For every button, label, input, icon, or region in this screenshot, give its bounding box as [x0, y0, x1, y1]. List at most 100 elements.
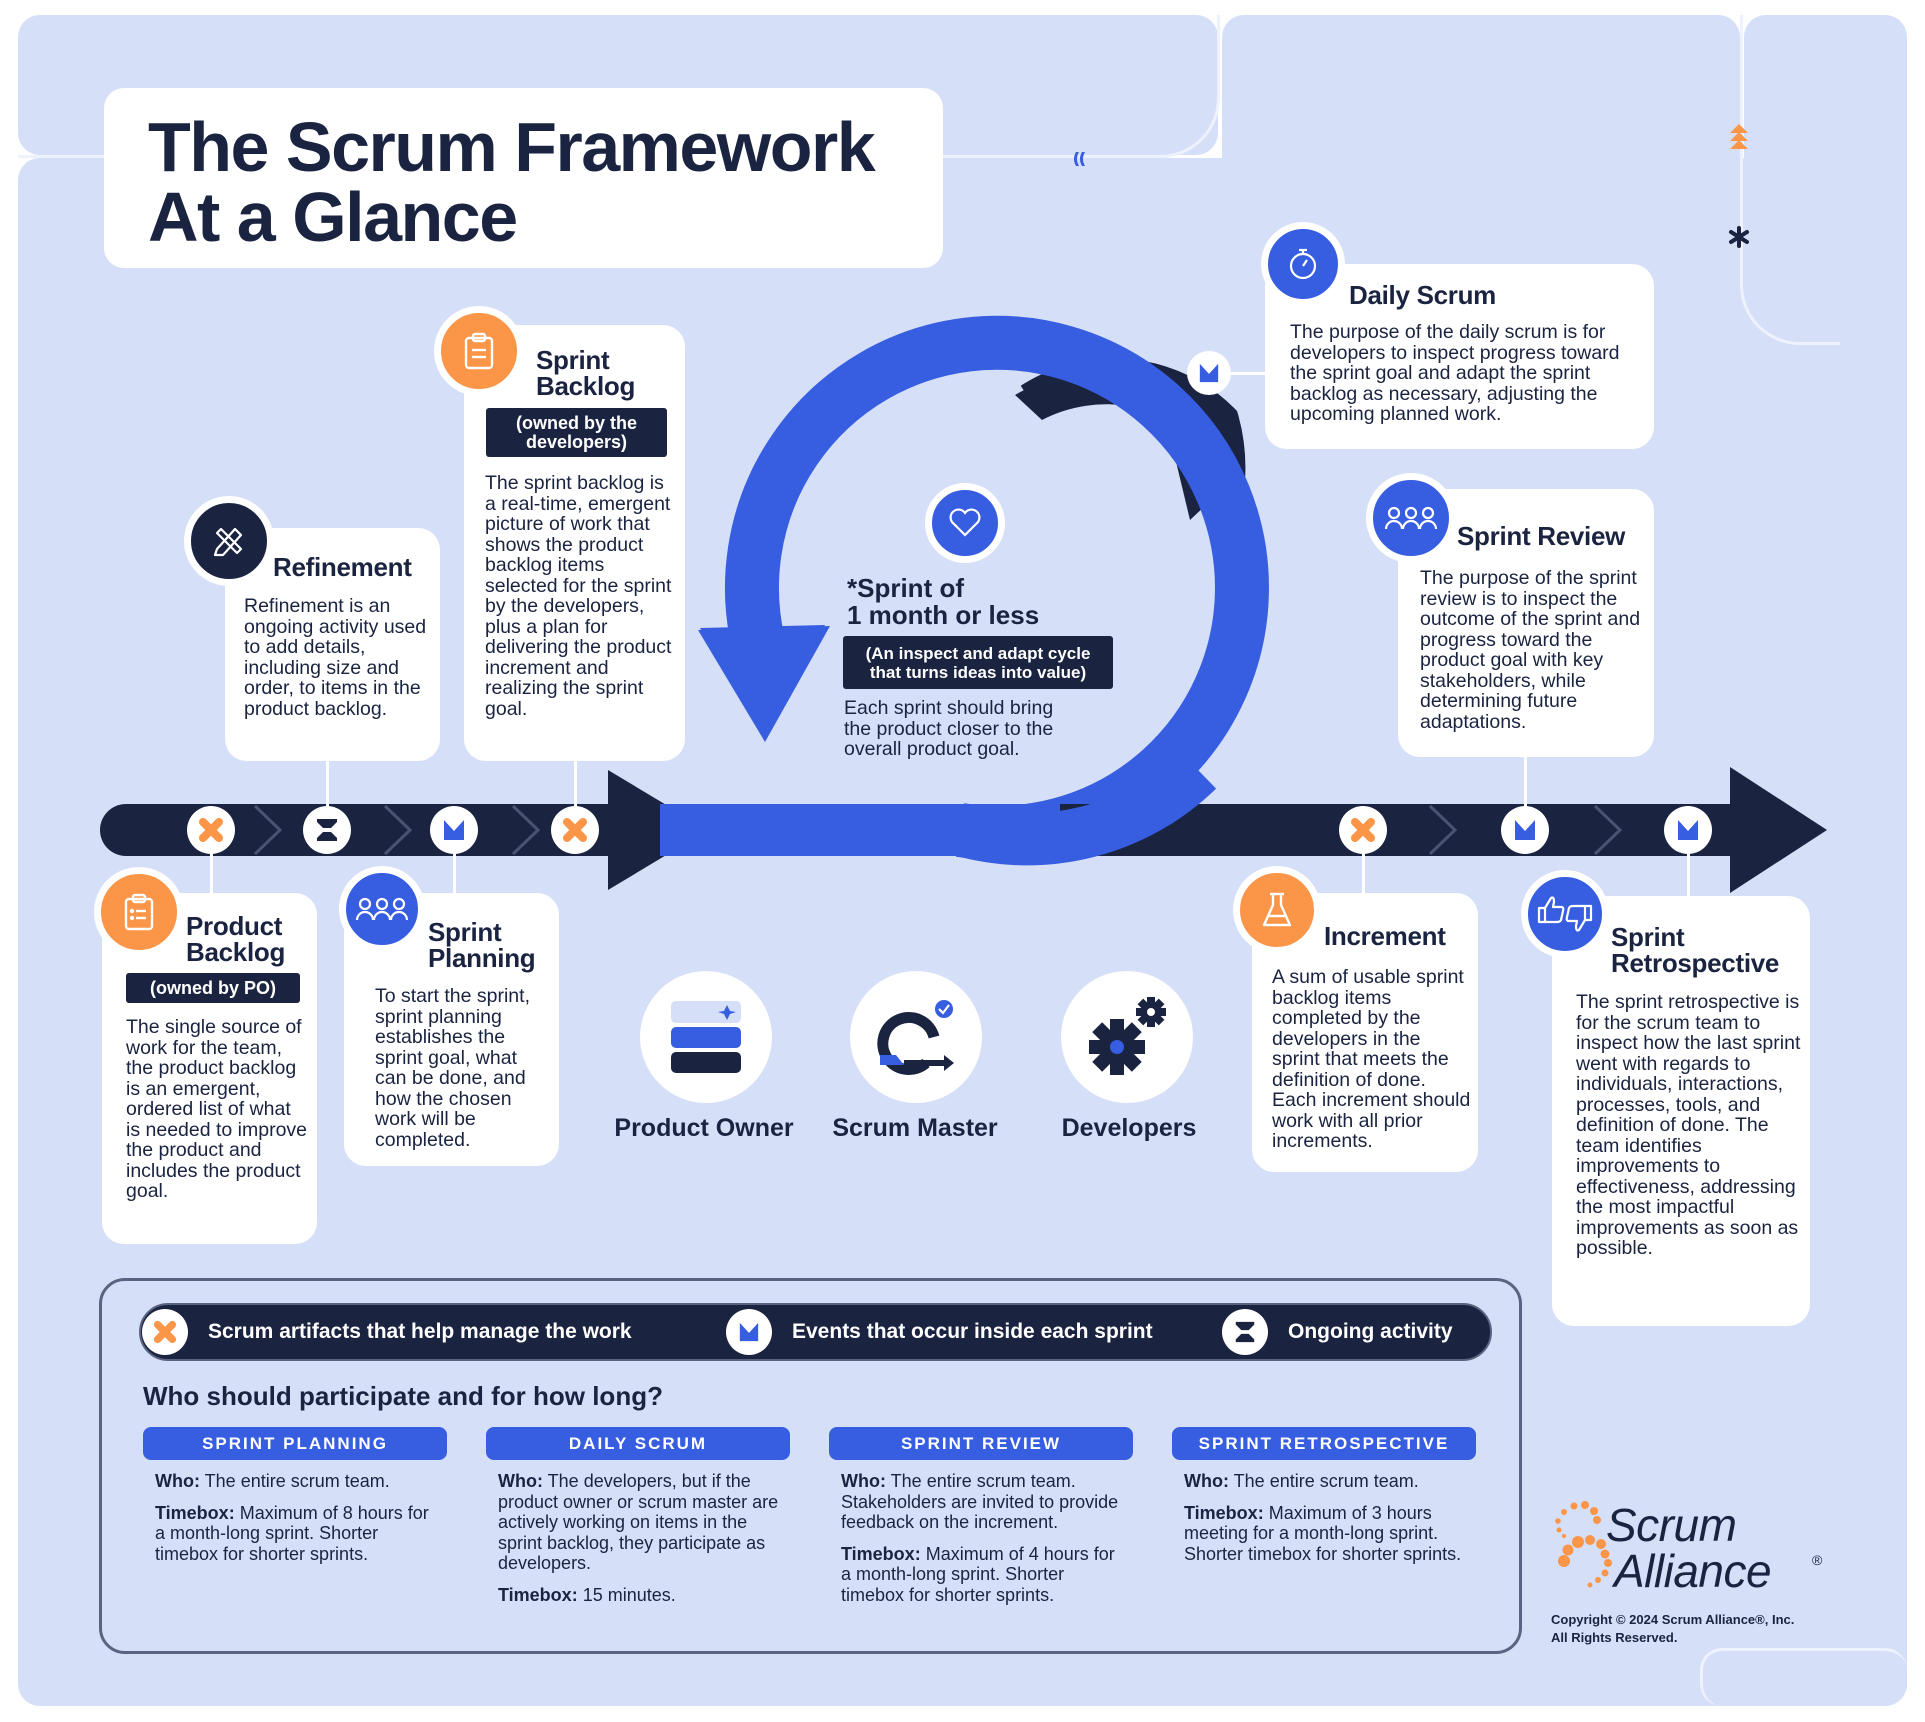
sprint-cycle-icon-badge — [925, 483, 1005, 563]
gears-icon — [1089, 997, 1166, 1075]
who-text: The entire scrum team. — [1233, 1471, 1419, 1491]
participation-col-sprint-planning: SPRINT PLANNING Who: The entire scrum te… — [143, 1427, 447, 1564]
legend-label-ongoing: Ongoing activity — [1288, 1320, 1453, 1343]
participation-panel: Scrum artifacts that help manage the wor… — [99, 1278, 1522, 1654]
sprint-cycle-title: *Sprint of 1 month or less — [847, 575, 1039, 629]
sprint-cycle-title-line2: 1 month or less — [847, 600, 1040, 630]
participation-timebox: Timebox: Maximum of 4 hours for a month-… — [829, 1544, 1133, 1606]
heart-icon — [949, 508, 981, 537]
card-refinement-body: Refinement is an ongoing activity used t… — [244, 595, 427, 720]
participation-timebox: Timebox: Maximum of 8 hours for a month-… — [143, 1503, 447, 1565]
connector-increment — [1362, 850, 1365, 895]
participation-heading: Who should participate and for how long? — [143, 1381, 663, 1411]
timeline-marker-sprint-planning[interactable] — [430, 806, 478, 854]
card-sprint-retrospective-title-line2: Retrospective — [1611, 948, 1780, 978]
timeline-marker-product-backlog[interactable] — [187, 806, 235, 854]
timebox-label: Timebox: — [841, 1543, 921, 1564]
participation-who: Who: The entire scrum team. Stakeholders… — [829, 1471, 1133, 1533]
card-sprint-planning-title: Sprint Planning — [428, 919, 536, 971]
card-sprint-backlog-title: Sprint Backlog — [536, 347, 635, 399]
card-sprint-backlog-title-line2: Backlog — [536, 371, 636, 401]
people-group-icon — [355, 897, 409, 921]
card-sprint-retrospective: Sprint Retrospective The sprint retrospe… — [1552, 896, 1810, 1326]
cross-icon — [1351, 818, 1375, 842]
participation-col-sprint-retrospective: SPRINT RETROSPECTIVE Who: The entire scr… — [1172, 1427, 1476, 1564]
card-sprint-review-body: The purpose of the sprint review is to i… — [1420, 567, 1641, 733]
timeline-marker-daily-scrum[interactable] — [1187, 351, 1231, 395]
participation-col-daily-scrum: DAILY SCRUM Who: The developers, but if … — [486, 1427, 790, 1605]
timebox-label: Timebox: — [155, 1502, 235, 1523]
connector-sprint-planning — [453, 850, 456, 895]
card-sprint-backlog-body: The sprint backlog is a real-time, emerg… — [485, 472, 672, 720]
role-developers-badge — [1061, 971, 1193, 1103]
card-refinement-title: Refinement — [273, 552, 412, 582]
stacked-layers-icon — [671, 1001, 741, 1073]
logo-text-alliance: Alliance — [1614, 1545, 1772, 1597]
people-group-icon — [1384, 506, 1438, 530]
participation-who: Who: The entire scrum team. — [1172, 1471, 1476, 1492]
connector-sprint-review — [1524, 757, 1527, 812]
timeline-marker-sprint-review[interactable] — [1501, 806, 1549, 854]
stopwatch-icon — [1289, 248, 1317, 280]
daily-scrum-icon-badge — [1261, 222, 1345, 306]
timebox-label: Timebox: — [498, 1584, 578, 1605]
connector-refinement — [326, 761, 329, 811]
card-product-backlog-title: Product Backlog — [186, 913, 285, 965]
role-scrum-master-badge — [850, 971, 982, 1103]
copyright-line1: Copyright © 2024 Scrum Alliance®, Inc. — [1551, 1612, 1795, 1627]
role-product-owner-label: Product Owner — [614, 1114, 794, 1142]
card-sprint-retrospective-body: The sprint retrospective is for the scru… — [1576, 991, 1801, 1259]
card-increment-title: Increment — [1324, 921, 1446, 951]
role-developers-label: Developers — [1061, 1114, 1197, 1142]
timeline-marker-sprint-backlog[interactable] — [551, 806, 599, 854]
logo-registered-mark: ® — [1812, 1552, 1823, 1568]
sprint-backlog-icon-badge — [434, 306, 524, 396]
card-daily-scrum-title: Daily Scrum — [1349, 280, 1496, 310]
who-label: Who: — [1184, 1471, 1229, 1491]
participation-who: Who: The entire scrum team. — [143, 1471, 447, 1492]
participation-header: DAILY SCRUM — [486, 1427, 790, 1460]
card-product-backlog-body: The single source of work for the team, … — [126, 1016, 308, 1202]
connector-sprint-backlog — [574, 761, 577, 811]
card-increment-body: A sum of usable sprint backlog items com… — [1272, 966, 1471, 1152]
pencil-ruler-icon — [213, 527, 243, 557]
who-label: Who: — [155, 1471, 200, 1491]
retrospective-icon-badge — [1521, 870, 1609, 958]
sprint-cycle-title-line1: *Sprint of — [847, 573, 964, 603]
event-flag-icon — [1515, 820, 1535, 840]
legend-cross-icon — [142, 1309, 188, 1355]
who-label: Who: — [498, 1471, 543, 1491]
timeline-marker-increment[interactable] — [1339, 806, 1387, 854]
participation-timebox: Timebox: 15 minutes. — [486, 1585, 790, 1606]
connector-daily-scrum — [1225, 372, 1267, 375]
timebox-label: Timebox: — [1184, 1502, 1264, 1523]
logo-text-scrum: Scrum — [1606, 1499, 1737, 1551]
legend-hourglass-icon — [1222, 1309, 1268, 1355]
who-label: Who: — [841, 1471, 886, 1491]
refinement-icon-badge — [184, 496, 274, 586]
card-product-backlog-title-line1: Product — [186, 911, 283, 941]
participation-who: Who: The developers, but if the product … — [486, 1471, 790, 1574]
sprint-planning-icon-badge — [339, 866, 425, 952]
clipboard-icon — [464, 332, 494, 370]
card-sprint-backlog-owner: (owned by the developers) — [486, 408, 667, 457]
increment-icon-badge — [1233, 866, 1321, 954]
sprint-cycle-subtitle: (An inspect and adapt cycle that turns i… — [843, 636, 1113, 689]
scrum-alliance-logo: Scrum Alliance ® — [1548, 1500, 1828, 1600]
participation-header: SPRINT REVIEW — [829, 1427, 1133, 1460]
cross-icon — [199, 818, 223, 842]
legend-item-ongoing: Ongoing activity — [1222, 1309, 1453, 1355]
card-product-backlog-title-line2: Backlog — [186, 937, 286, 967]
timeline-marker-refinement[interactable] — [303, 806, 351, 854]
event-flag-icon — [1199, 363, 1219, 383]
timebox-text: 15 minutes. — [582, 1584, 676, 1605]
cross-icon — [563, 818, 587, 842]
card-sprint-retrospective-title: Sprint Retrospective — [1611, 924, 1779, 976]
participation-header: SPRINT PLANNING — [143, 1427, 447, 1460]
event-flag-icon — [1678, 820, 1698, 840]
timeline-marker-sprint-retrospective[interactable] — [1664, 806, 1712, 854]
legend-label-events: Events that occur inside each sprint — [792, 1320, 1153, 1343]
card-product-backlog-owner: (owned by PO) — [126, 973, 300, 1003]
connector-retrospective — [1687, 850, 1690, 898]
participation-timebox: Timebox: Maximum of 3 hours meeting for … — [1172, 1503, 1476, 1565]
